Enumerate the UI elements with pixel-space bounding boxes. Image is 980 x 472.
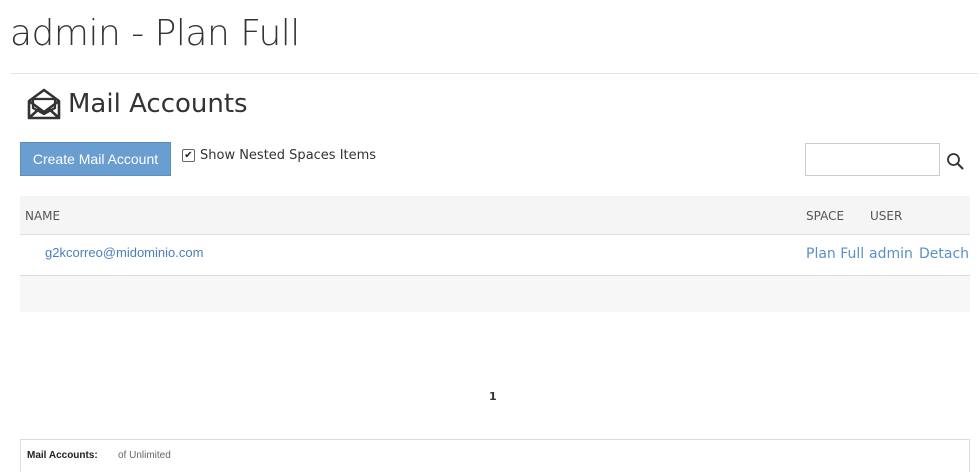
quota-panel: Mail Accounts: of Unlimited xyxy=(20,439,970,472)
quota-value: of Unlimited xyxy=(118,450,171,461)
show-nested-label: Show Nested Spaces Items xyxy=(200,148,377,163)
show-nested-spaces-toggle[interactable]: ✔ Show Nested Spaces Items xyxy=(182,148,376,163)
space-link[interactable]: Plan Full xyxy=(806,246,864,262)
search-icon[interactable] xyxy=(944,150,966,172)
table-row: g2kcorreo@midominio.com Plan Full admin … xyxy=(20,235,970,276)
search-input[interactable] xyxy=(805,143,940,176)
column-header-user[interactable]: USER xyxy=(870,209,902,223)
column-header-space[interactable]: SPACE xyxy=(806,209,844,223)
table-empty-row xyxy=(20,276,970,312)
page-title: admin - Plan Full xyxy=(10,13,300,54)
page: admin - Plan Full Mail Accounts Create M… xyxy=(0,0,980,472)
title-divider xyxy=(10,73,978,74)
column-header-name[interactable]: NAME xyxy=(25,209,60,223)
mail-accounts-table: NAME SPACE USER g2kcorreo@midominio.com … xyxy=(20,196,970,312)
section-header: Mail Accounts xyxy=(26,84,248,124)
quota-label: Mail Accounts: xyxy=(27,450,98,461)
create-mail-account-button[interactable]: Create Mail Account xyxy=(20,142,171,176)
table-header: NAME SPACE USER xyxy=(20,196,970,235)
mail-account-link[interactable]: g2kcorreo@midominio.com xyxy=(45,245,203,260)
pager-page-1[interactable]: 1 xyxy=(489,390,497,403)
envelope-icon xyxy=(26,86,62,122)
detach-link[interactable]: Detach xyxy=(919,246,969,262)
section-title: Mail Accounts xyxy=(68,89,248,119)
user-link[interactable]: admin xyxy=(869,246,913,262)
show-nested-checkbox[interactable]: ✔ xyxy=(182,149,195,162)
